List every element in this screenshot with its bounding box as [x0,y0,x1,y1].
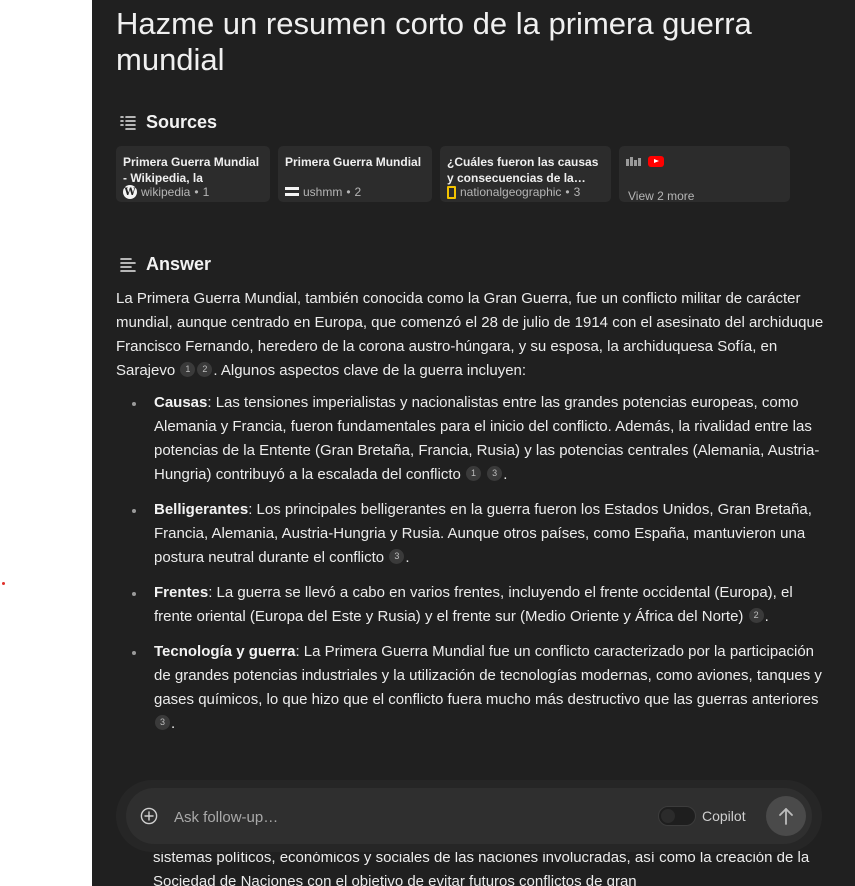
composer-bar: Copilot [126,788,812,844]
answer-continued-text: sistemas políticos, económicos y sociale… [153,849,810,886]
copilot-label: Copilot [702,808,746,824]
youtube-icon [648,156,664,167]
source-cards: Primera Guerra Mundial - Wikipedia, la e… [116,146,790,202]
source-index: 1 [202,185,210,199]
answer-body: La Primera Guerra Mundial, también conoc… [116,287,828,747]
citation-badge[interactable]: 1 [466,466,482,481]
source-site: ushmm [303,185,343,199]
view-more-label: View 2 more [628,189,695,202]
question-title: Hazme un resumen corto de la primera gue… [116,6,752,77]
source-card-title: Primera Guerra Mundial [285,155,422,169]
source-card-meta: W wikipedia • 1 [123,185,210,199]
point-label: Belligerantes [154,501,249,518]
citation-badge[interactable]: 2 [748,608,764,623]
follow-up-composer: Copilot [116,780,822,852]
point-text: : La guerra se llevó a cabo en varios fr… [154,584,793,625]
marker-dot [2,582,5,585]
answer-intro: La Primera Guerra Mundial, también conoc… [116,287,828,383]
copilot-toggle[interactable] [658,806,696,826]
list-item: Tecnología y guerra: La Primera Guerra M… [116,640,828,736]
citation-badge[interactable]: 1 [180,362,196,377]
source-card-3[interactable]: ¿Cuáles fueron las causas y consecuencia… [440,146,611,202]
answer-heading: Answer [118,254,211,275]
view-more-card[interactable]: View 2 more [619,146,790,202]
more-source-icons [626,156,783,167]
point-text: : Los principales belligerantes en la gu… [154,501,812,566]
source-index: 2 [354,185,362,199]
answer-icon [120,257,136,272]
answer-intro-tail: . Algunos aspectos clave de la guerra in… [213,362,527,379]
send-button[interactable] [766,796,806,836]
arrow-up-icon [779,808,793,825]
list-item: Frentes: La guerra se llevó a cabo en va… [116,581,828,629]
point-label: Causas [154,394,208,411]
source-site: wikipedia [141,185,191,199]
list-item: Belligerantes: Los principales belligera… [116,498,828,570]
list-item: Causas: Las tensiones imperialistas y na… [116,391,828,487]
wikipedia-icon: W [123,185,137,199]
source-card-2[interactable]: Primera Guerra Mundial ushmm • 2 [278,146,432,202]
citation-badge[interactable]: 2 [197,362,213,377]
citation-badge[interactable]: 3 [487,466,503,481]
key-points-list: Causas: Las tensiones imperialistas y na… [116,391,828,736]
ushmm-icon [285,187,299,197]
point-label: Tecnología y guerra [154,643,296,660]
plus-circle-icon[interactable] [140,807,158,825]
source-card-title: Primera Guerra Mundial - Wikipedia, la e… [123,155,260,185]
follow-up-input[interactable] [172,804,596,830]
sources-heading-label: Sources [146,112,218,132]
site-thumbnail-icon [626,156,641,166]
source-site: nationalgeographic [460,185,562,199]
answer-panel: Hazme un resumen corto de la primera gue… [92,0,855,886]
point-label: Frentes [154,584,209,601]
natgeo-icon [447,185,456,199]
sources-heading: Sources [118,112,217,133]
sources-icon [120,115,136,130]
answer-heading-label: Answer [146,254,212,274]
citation-badge[interactable]: 3 [389,549,405,564]
citation-badge[interactable]: 3 [155,715,170,730]
source-card-title: ¿Cuáles fueron las causas y consecuencia… [447,155,599,185]
source-card-meta: nationalgeographic • 3 [447,185,580,199]
source-card-meta: ushmm • 2 [285,185,361,199]
source-card-1[interactable]: Primera Guerra Mundial - Wikipedia, la e… [116,146,270,202]
source-index: 3 [573,185,581,199]
